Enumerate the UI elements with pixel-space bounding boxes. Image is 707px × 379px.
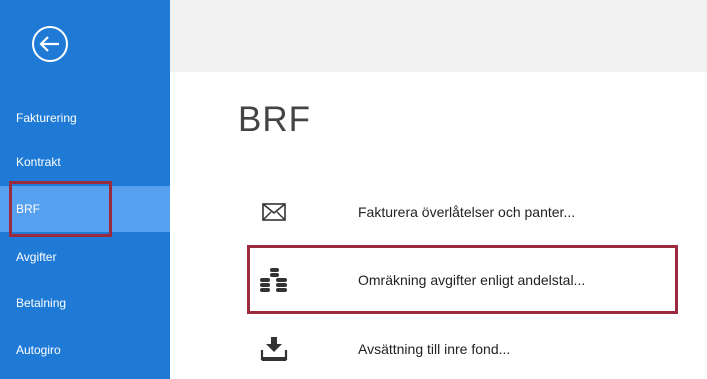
back-arrow-circle-icon (32, 26, 68, 62)
action-omrakning-avgifter[interactable]: Omräkning avgifter enligt andelstal... (258, 259, 698, 301)
sidebar-item-label: Kontrakt (16, 155, 61, 169)
action-fakturera-overlatelser[interactable]: Fakturera överlåtelser och panter... (258, 191, 698, 233)
coins-icon (258, 266, 290, 294)
sidebar-item-label: Betalning (16, 296, 67, 310)
top-bar (170, 0, 707, 72)
sidebar-item-fakturering[interactable]: Fakturering (0, 95, 170, 141)
action-label: Fakturera överlåtelser och panter... (358, 204, 576, 220)
sidebar-item-kontrakt[interactable]: Kontrakt (0, 139, 170, 185)
action-avsattning-inre-fond[interactable]: Avsättning till inre fond... (258, 328, 698, 370)
sidebar: Fakturering Kontrakt BRF Avgifter Betaln… (0, 0, 170, 379)
sidebar-item-label: Autogiro (16, 343, 61, 357)
download-tray-icon (258, 335, 290, 363)
sidebar-item-label: Fakturering (16, 111, 77, 125)
action-label: Avsättning till inre fond... (358, 341, 511, 357)
back-button[interactable] (30, 24, 70, 64)
sidebar-item-avgifter[interactable]: Avgifter (0, 234, 170, 280)
sidebar-item-betalning[interactable]: Betalning (0, 280, 170, 326)
sidebar-item-autogiro[interactable]: Autogiro (0, 327, 170, 373)
action-label: Omräkning avgifter enligt andelstal... (358, 272, 586, 288)
sidebar-item-brf[interactable]: BRF (0, 186, 170, 232)
page-title: BRF (238, 100, 311, 139)
sidebar-item-label: Avgifter (16, 250, 57, 264)
envelope-icon (258, 198, 290, 226)
sidebar-item-label: BRF (16, 202, 40, 216)
